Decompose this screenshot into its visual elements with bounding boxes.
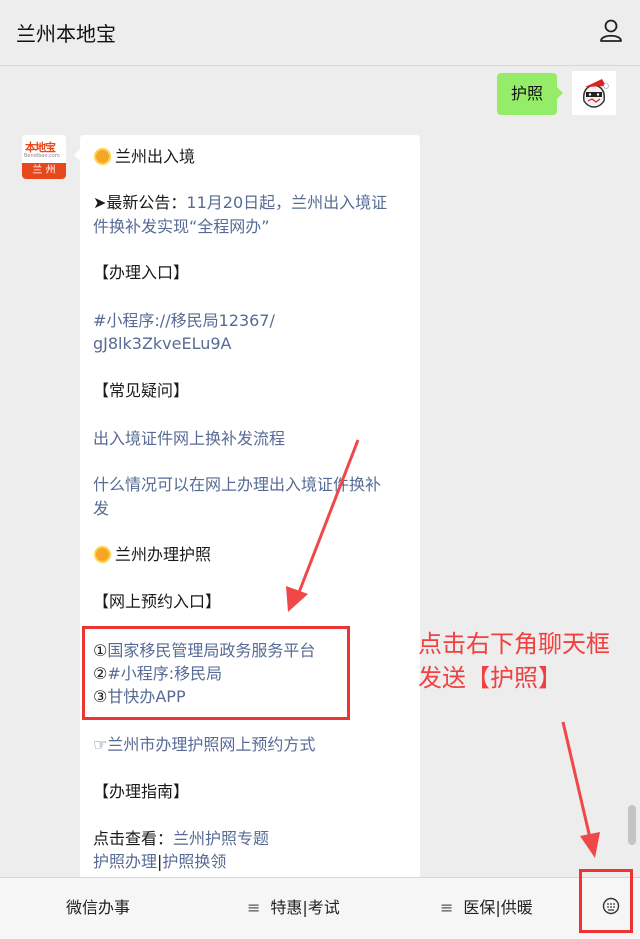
bottom-menu-bar: 微信办事 ≡ 特惠|考试 ≡ 医保|供暖 bbox=[0, 877, 640, 939]
passport-topic-link[interactable]: 兰州护照专题 bbox=[173, 829, 269, 848]
bot-avatar[interactable]: 本地宝 Bendibao.com 兰 州 bbox=[22, 135, 66, 179]
menu-list-icon: ≡ bbox=[247, 898, 261, 917]
view-topic-line: 点击查看：兰州护照专题 bbox=[93, 829, 270, 848]
user-message-bubble: 护照 bbox=[497, 73, 563, 115]
notice-link[interactable]: 11月20日起，兰州出入境证 bbox=[186, 193, 387, 212]
bot-avatar-url: Bendibao.com bbox=[24, 153, 60, 159]
faq-heading: 【常见疑问】 bbox=[93, 381, 190, 400]
section-heading-passport: 兰州办理护照 bbox=[93, 543, 211, 567]
notice-link-continued[interactable]: 件换补发实现“全程网办” bbox=[93, 215, 270, 239]
sun-icon bbox=[96, 548, 109, 561]
user-profile-icon[interactable] bbox=[596, 16, 626, 46]
chat-title: 兰州本地宝 bbox=[16, 22, 116, 46]
passport-apply-link[interactable]: 护照办理 bbox=[93, 852, 157, 871]
menu-deals-exams[interactable]: ≡ 特惠|考试 bbox=[247, 878, 340, 938]
instruction-line-1: 点击右下角聊天框 bbox=[418, 630, 610, 658]
chat-area[interactable]: 护照 本地宝 Bendibao.com 兰 州 兰州出入境 ➤最新公告：11月2… bbox=[0, 67, 640, 877]
booking-method-link[interactable]: ☞兰州市办理护照网上预约方式 bbox=[93, 733, 315, 757]
notice-line-1: ➤最新公告：11月20日起，兰州出入境证 bbox=[93, 193, 388, 212]
instruction-line-2: 发送【护照】 bbox=[418, 664, 562, 692]
menu-insurance-heating[interactable]: ≡ 医保|供暖 bbox=[440, 878, 533, 938]
bot-message-card: 兰州出入境 ➤最新公告：11月20日起，兰州出入境证 件换补发实现“全程网办” … bbox=[74, 135, 420, 877]
booking-highlight-box bbox=[82, 626, 350, 720]
miniapp-link-line2[interactable]: gJ8lk3ZkveELu9A bbox=[93, 332, 232, 356]
passport-renew-link[interactable]: 护照换领 bbox=[162, 852, 226, 871]
faq-link-renewal-process[interactable]: 出入境证件网上换补发流程 bbox=[93, 427, 285, 451]
faq-link-online-eligibility[interactable]: 什么情况可以在网上办理出入境证件换补 bbox=[93, 473, 381, 497]
bot-avatar-city: 兰 州 bbox=[22, 163, 66, 179]
menu-list-icon: ≡ bbox=[440, 898, 454, 917]
passport-links-line: 护照办理|护照换领 bbox=[93, 850, 226, 874]
user-avatar-image bbox=[572, 71, 616, 115]
section-heading-exit-entry: 兰州出入境 bbox=[93, 145, 195, 169]
chat-header: 兰州本地宝 bbox=[0, 0, 640, 66]
booking-heading: 【网上预约入口】 bbox=[93, 592, 222, 611]
faq-link-online-eligibility-continued[interactable]: 发 bbox=[93, 497, 109, 521]
miniapp-link-line1[interactable]: #小程序://移民局12367/ bbox=[93, 309, 275, 333]
chat-scrollbar[interactable] bbox=[628, 805, 636, 845]
keyboard-toggle-icon[interactable] bbox=[602, 897, 620, 915]
sun-icon bbox=[96, 150, 109, 163]
user-avatar[interactable] bbox=[572, 71, 616, 115]
entry-heading: 【办理入口】 bbox=[93, 263, 190, 282]
menu-wechat-services[interactable]: 微信办事 bbox=[66, 878, 130, 938]
instruction-annotation: 点击右下角聊天框 发送【护照】 bbox=[418, 627, 610, 695]
guide-heading: 【办理指南】 bbox=[93, 782, 190, 801]
